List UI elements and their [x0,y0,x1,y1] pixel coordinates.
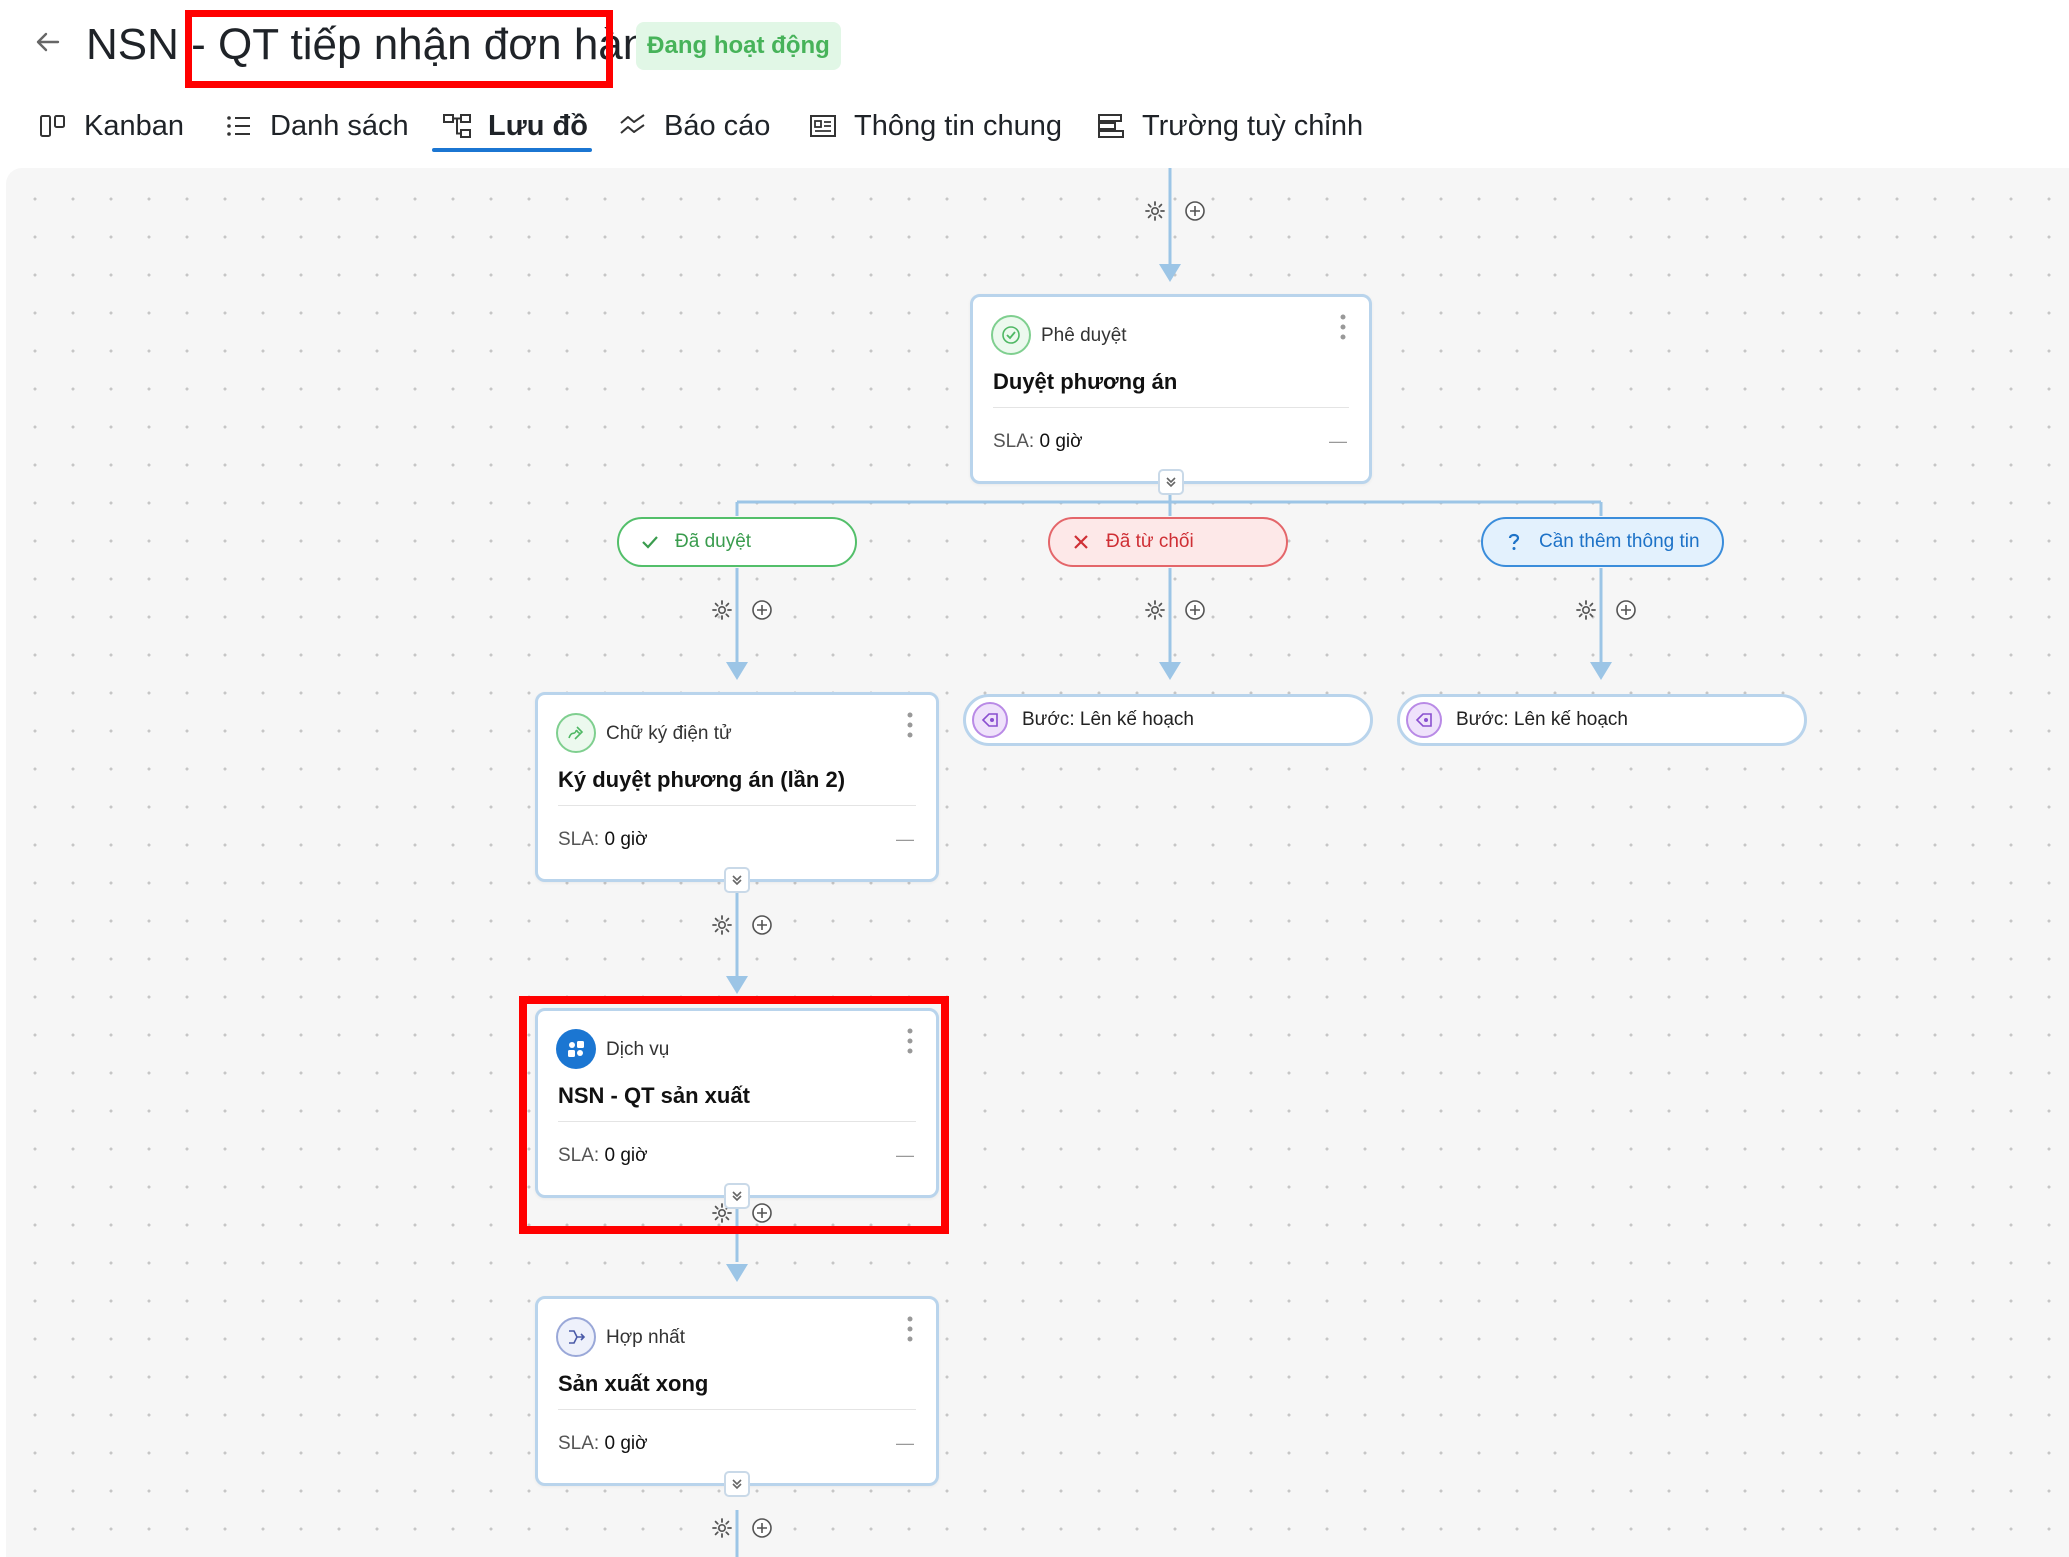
status-badge: Đang hoạt động [636,22,841,70]
tab-flowchart-label: Lưu đồ [488,109,588,142]
node-signature[interactable]: Chữ ký điện tử Ký duyệt phương án (lần 2… [535,692,939,893]
tab-list-label: Danh sách [270,109,409,142]
node-sla: SLA: 0 giờ [558,829,648,851]
node-approval[interactable]: Phê duyệt Duyệt phương án SLA: 0 giờ — [970,294,1372,495]
tab-general-info-label: Thông tin chung [854,109,1062,142]
close-icon [1074,535,1088,549]
custom-field-icon [1098,114,1124,138]
node-name: Ký duyệt phương án (lần 2) [558,767,846,792]
branch-rejected[interactable]: Đã từ chối [1048,517,1288,567]
chevron-double-down-icon [732,1479,742,1490]
node-dash: — [896,829,914,849]
back-arrow-icon[interactable] [30,24,66,60]
node-name: Sản xuất xong [558,1371,709,1396]
sla-label: SLA: [558,1433,600,1454]
node-divider [558,805,916,806]
tab-flowchart[interactable]: Lưu đồ [442,100,588,152]
tab-general-info[interactable]: Thông tin chung [808,100,1062,152]
node-sla: SLA: 0 giờ [993,431,1083,453]
chevron-double-down-icon [1166,477,1176,488]
more-vertical-icon[interactable] [1339,313,1347,341]
gear-icon[interactable] [1574,598,1598,622]
expand-button[interactable] [1158,469,1184,495]
step-plan-icon [972,702,1008,738]
branch-approved-label: Đã duyệt [675,531,752,552]
gear-icon[interactable] [710,598,734,622]
node-name: Duyệt phương án [993,369,1178,394]
check-icon [642,536,658,549]
report-icon [620,114,645,134]
expand-button[interactable] [724,1471,750,1497]
add-step-plus-icon[interactable] [1183,199,1207,223]
merge-icon [556,1317,596,1357]
tab-report-label: Báo cáo [664,109,771,142]
step-plan-2-label: Bước: Lên kế hoạch [1456,709,1629,730]
sla-label: SLA: [993,431,1035,452]
add-step-plus-icon[interactable] [750,913,774,937]
node-divider [558,1409,916,1410]
gear-icon[interactable] [1143,598,1167,622]
step-plan-1[interactable]: Bước: Lên kế hoạch [963,694,1373,746]
add-step-plus-icon[interactable] [1614,598,1638,622]
step-plan-2[interactable]: Bước: Lên kế hoạch [1397,694,1807,746]
tab-kanban[interactable]: Kanban [38,100,184,152]
add-step-plus-icon[interactable] [1183,598,1207,622]
more-vertical-icon[interactable] [906,1315,914,1343]
tab-custom-fields-label: Trường tuỳ chỉnh [1142,109,1364,142]
step-plan-1-label: Bước: Lên kế hoạch [1022,709,1195,730]
approval-check-icon [991,315,1031,355]
gear-icon[interactable] [710,1516,734,1540]
active-tab-indicator [432,148,592,152]
step-plan-icon [1406,702,1442,738]
add-step-plus-icon[interactable] [750,598,774,622]
add-step-plus-icon[interactable] [750,1516,774,1540]
sla-value: 0 giờ [604,829,648,850]
more-vertical-icon[interactable] [906,711,914,739]
node-divider [993,407,1349,408]
gear-icon[interactable] [710,913,734,937]
branch-rejected-label: Đã từ chối [1106,531,1194,552]
node-type-label: Hợp nhất [606,1327,686,1348]
branch-need-info[interactable]: Cần thêm thông tin [1481,517,1724,567]
chevron-double-down-icon [732,875,742,886]
node-dash: — [896,1433,914,1453]
signature-pen-icon [556,713,596,753]
service-node-highlight-box [519,996,949,1234]
node-merge[interactable]: Hợp nhất Sản xuất xong SLA: 0 giờ — [535,1296,939,1497]
tab-report[interactable]: Báo cáo [618,100,770,152]
info-icon [810,115,836,137]
sla-value: 0 giờ [1039,431,1083,452]
list-icon [227,116,250,136]
title-highlight-box [185,10,613,88]
node-dash: — [1329,431,1347,451]
sla-label: SLA: [558,829,600,850]
kanban-icon [40,115,65,137]
node-type-label: Phê duyệt [1041,325,1127,346]
sla-value: 0 giờ [604,1433,648,1454]
tab-list[interactable]: Danh sách [224,100,409,152]
tab-custom-fields[interactable]: Trường tuỳ chỉnh [1096,100,1363,152]
gear-icon[interactable] [1143,199,1167,223]
node-type-label: Chữ ký điện tử [606,723,732,744]
question-icon [1508,533,1520,550]
branch-need-info-label: Cần thêm thông tin [1539,531,1700,552]
node-sla: SLA: 0 giờ [558,1433,648,1455]
branch-approved[interactable]: Đã duyệt [617,517,857,567]
expand-button[interactable] [724,867,750,893]
flowchart-icon [443,114,471,138]
tab-kanban-label: Kanban [84,109,184,142]
